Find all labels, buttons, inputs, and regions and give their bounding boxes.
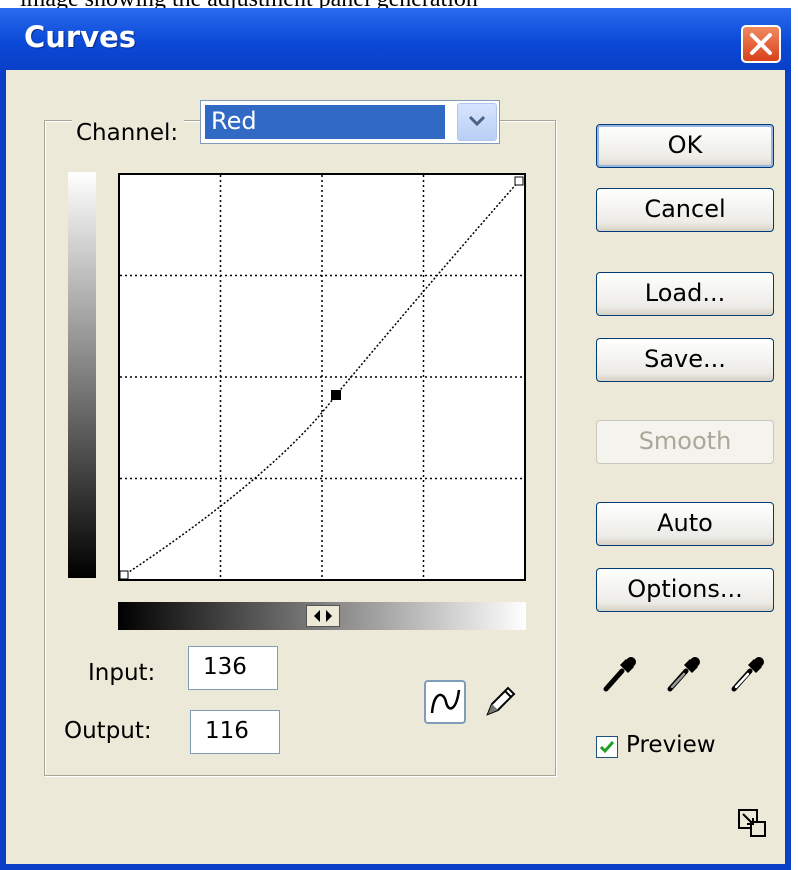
cancel-button[interactable]: Cancel bbox=[596, 188, 774, 232]
dropdown-arrow-icon bbox=[468, 115, 486, 127]
title-bar: Curves bbox=[0, 8, 791, 70]
pencil-icon[interactable] bbox=[480, 682, 520, 722]
output-gradient-bar bbox=[68, 172, 96, 578]
gradient-direction-toggle[interactable] bbox=[306, 605, 340, 627]
load-button[interactable]: Load... bbox=[596, 272, 774, 316]
input-label: Input: bbox=[88, 660, 156, 686]
smooth-button[interactable]: Smooth bbox=[596, 420, 774, 464]
channel-value: Red bbox=[205, 105, 445, 139]
preview-checkbox[interactable] bbox=[596, 736, 618, 758]
curve-endpoint-highlight[interactable] bbox=[514, 176, 524, 186]
dialog-body: Channel: Red Input: 136 Output: 116 OK C… bbox=[6, 70, 785, 864]
curves-dialog: Curves Channel: Red Input: 136 Output: 1… bbox=[0, 8, 791, 870]
output-label: Output: bbox=[64, 718, 152, 744]
save-button[interactable]: Save... bbox=[596, 338, 774, 382]
channel-dropdown-button[interactable] bbox=[457, 103, 497, 141]
background-caption: image showing the adjustment panel gener… bbox=[0, 0, 798, 8]
auto-button[interactable]: Auto bbox=[596, 502, 774, 546]
curve-graph[interactable] bbox=[118, 173, 528, 583]
options-button[interactable]: Options... bbox=[596, 568, 774, 612]
curve-control-point[interactable] bbox=[331, 390, 341, 400]
output-field[interactable]: 116 bbox=[190, 710, 280, 754]
curve-tool-button[interactable] bbox=[424, 680, 466, 724]
white-eyedropper-icon[interactable] bbox=[728, 653, 768, 693]
preview-label[interactable]: Preview bbox=[626, 732, 716, 758]
curve-endpoint-shadow[interactable] bbox=[119, 570, 129, 580]
close-button[interactable] bbox=[741, 25, 781, 63]
channel-select[interactable]: Red bbox=[200, 100, 500, 144]
expand-icon[interactable] bbox=[737, 808, 767, 838]
close-icon bbox=[750, 33, 772, 55]
dialog-title: Curves bbox=[24, 20, 137, 54]
gray-eyedropper-icon[interactable] bbox=[664, 653, 704, 693]
ok-button[interactable]: OK bbox=[596, 124, 774, 168]
black-eyedropper-icon[interactable] bbox=[600, 653, 640, 693]
direction-arrows-icon bbox=[314, 610, 332, 622]
input-field[interactable]: 136 bbox=[188, 646, 278, 690]
checkmark-icon bbox=[599, 741, 615, 754]
channel-label: Channel: bbox=[72, 120, 185, 146]
curve-tool-icon bbox=[430, 689, 461, 714]
background-caption-text: image showing the adjustment panel gener… bbox=[20, 0, 478, 8]
